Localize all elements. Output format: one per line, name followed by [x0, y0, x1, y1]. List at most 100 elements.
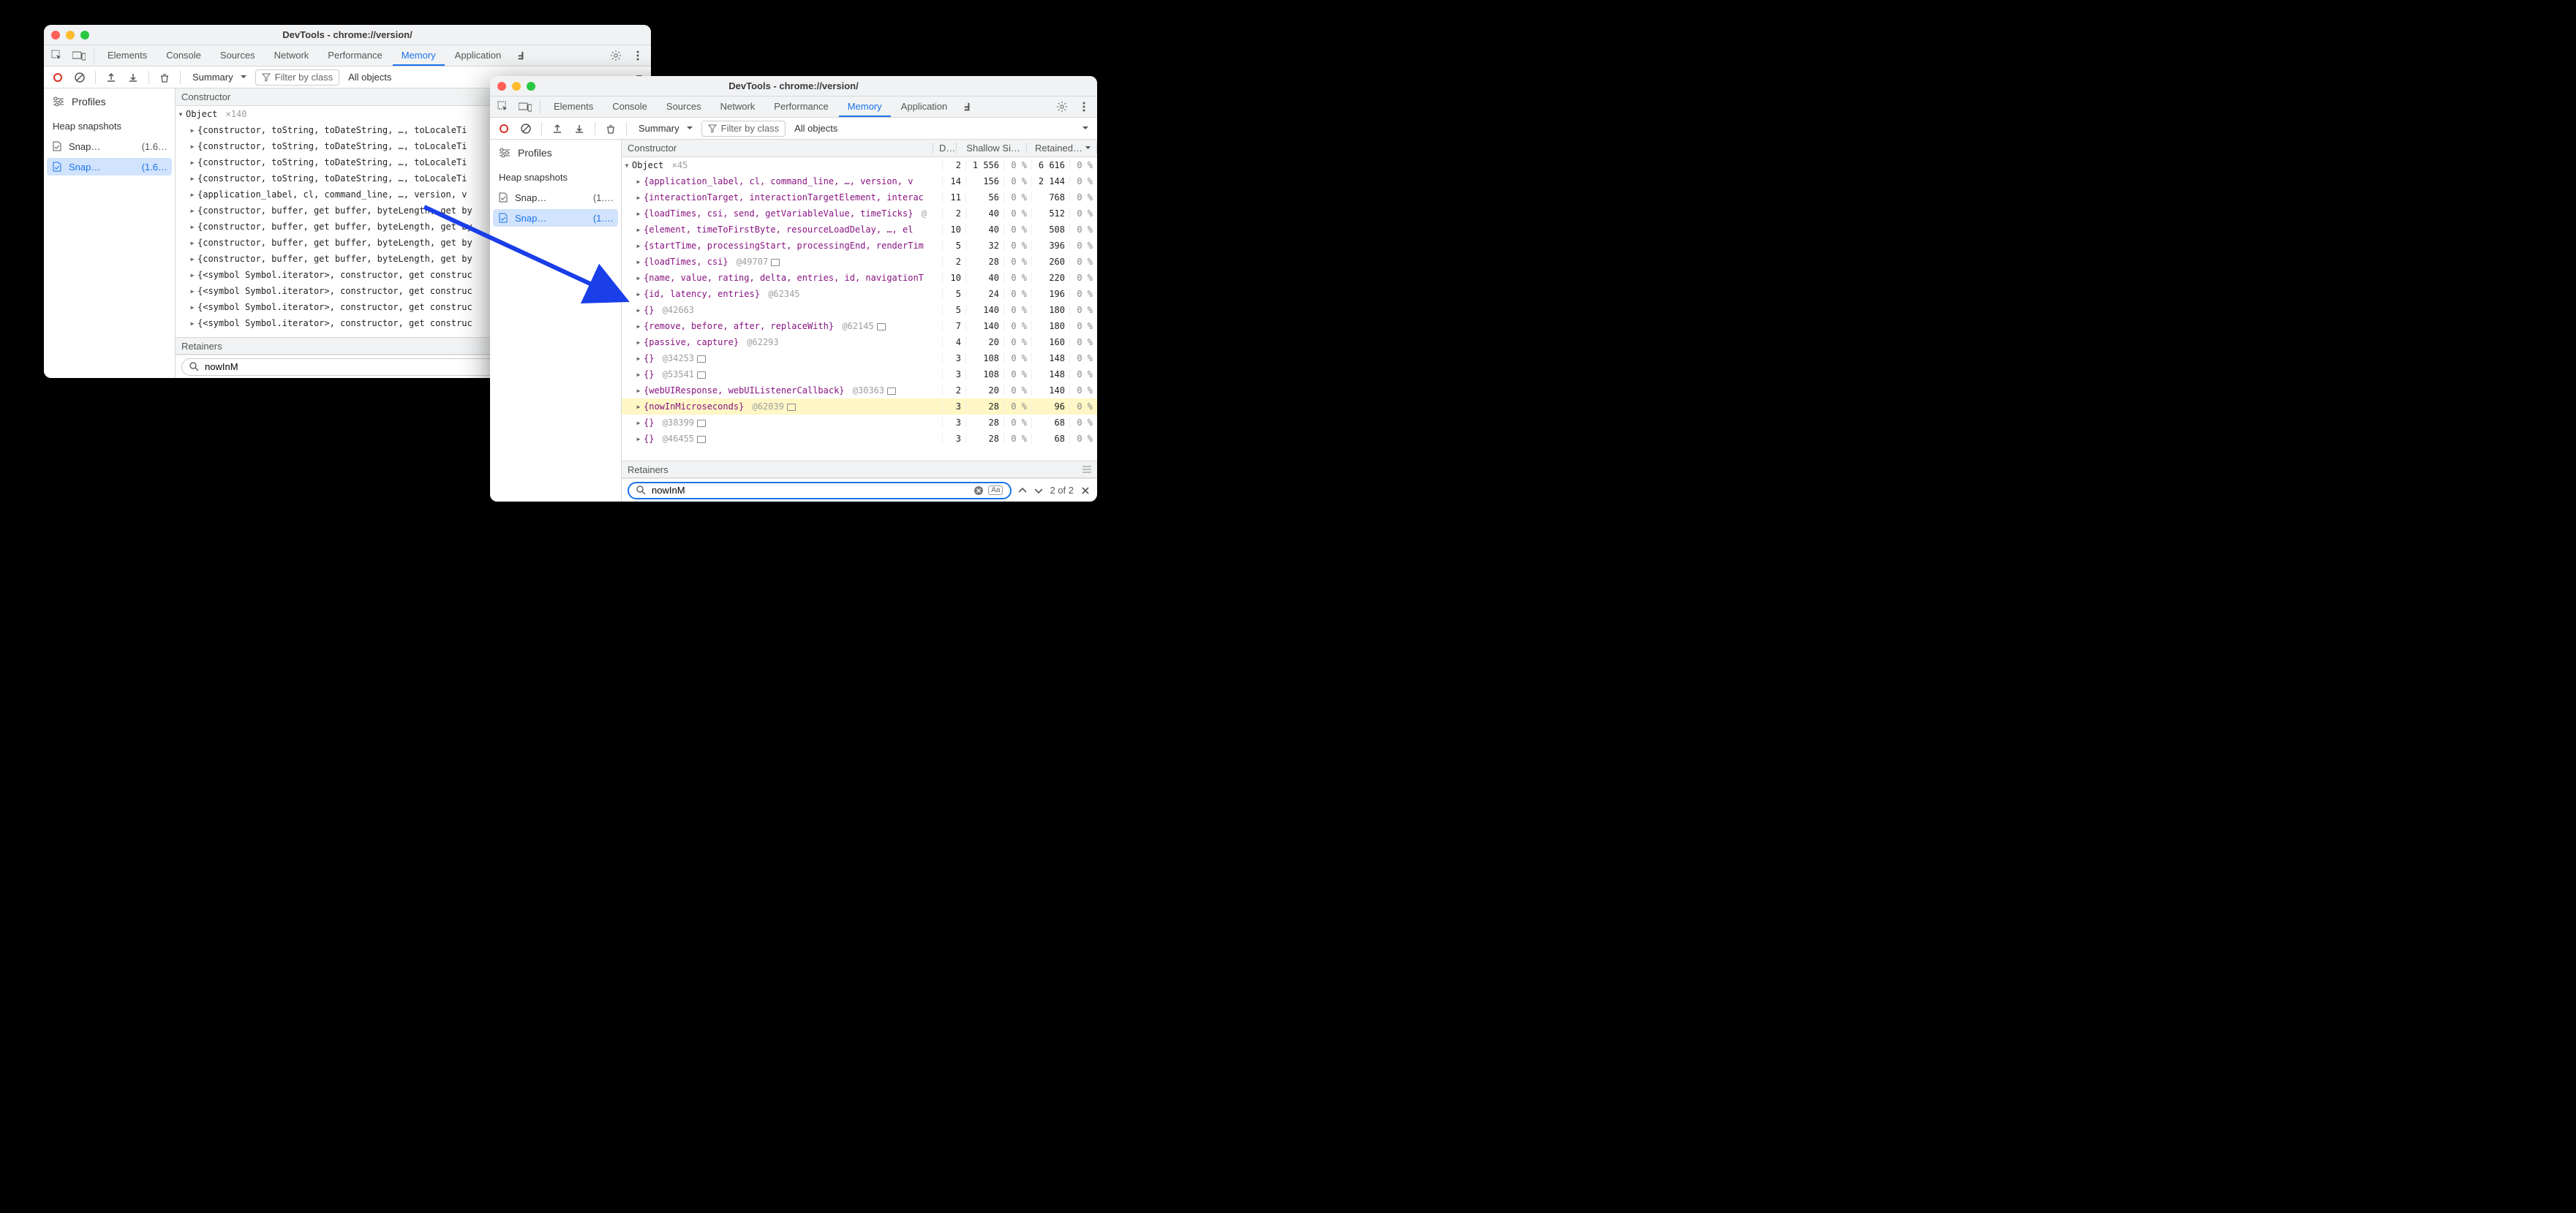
clear-button[interactable]: [516, 119, 535, 138]
snapshot-icon: [497, 212, 509, 224]
tab-application[interactable]: Application: [892, 97, 957, 117]
column-headers: Constructor Di… Shallow Si… Retained…: [622, 140, 1097, 157]
class-filter-input[interactable]: Filter by class: [255, 69, 339, 86]
tree-row[interactable]: ▸{remove, before, after, replaceWith} @6…: [622, 318, 1097, 334]
maximize-window[interactable]: [80, 31, 89, 39]
snapshot-icon: [51, 161, 63, 173]
snapshot-item[interactable]: Snap…(1.…: [493, 209, 618, 227]
more-tabs-icon[interactable]: [511, 45, 532, 66]
summary-dropdown[interactable]: Summary: [633, 121, 698, 137]
tab-console[interactable]: Console: [603, 97, 656, 117]
snapshot-item[interactable]: Snap…(1.…: [493, 189, 618, 206]
maximize-window[interactable]: [527, 82, 535, 91]
download-button[interactable]: [570, 119, 589, 138]
inspect-icon[interactable]: [47, 45, 67, 66]
tree-row[interactable]: ▸{application_label, cl, command_line, ……: [622, 173, 1097, 189]
search-field[interactable]: [652, 485, 968, 496]
search-result-count: 2 of 2: [1050, 485, 1074, 496]
close-search-icon[interactable]: [1080, 486, 1091, 495]
perspective-dropdown-icon[interactable]: [1082, 126, 1088, 130]
tree-row[interactable]: ▸{} @464553280 %680 %: [622, 431, 1097, 447]
record-button[interactable]: [494, 119, 513, 138]
tab-sources[interactable]: Sources: [211, 45, 264, 66]
objects-dropdown[interactable]: All objects: [788, 121, 843, 137]
tree-row[interactable]: ▸{nowInMicroseconds} @620393280 %960 %: [622, 398, 1097, 415]
snapshot-item[interactable]: Snap…(1.6…: [47, 137, 172, 155]
tab-elements[interactable]: Elements: [545, 97, 602, 117]
heap-snapshots-label: Heap snapshots: [493, 165, 618, 186]
tree-row[interactable]: ▸{name, value, rating, delta, entries, i…: [622, 270, 1097, 286]
upload-button[interactable]: [548, 119, 567, 138]
gc-button[interactable]: [155, 68, 174, 87]
close-window[interactable]: [497, 82, 506, 91]
objects-dropdown[interactable]: All objects: [342, 69, 397, 86]
search-footer: Aa 2 of 2: [622, 478, 1097, 502]
match-case-toggle[interactable]: Aa: [988, 485, 1003, 495]
tree-row[interactable]: ▸{} @4266351400 %1800 %: [622, 302, 1097, 318]
snapshot-item[interactable]: Snap…(1.6…: [47, 158, 172, 175]
close-window[interactable]: [51, 31, 60, 39]
upload-button[interactable]: [102, 68, 121, 87]
devtools-window-2: DevTools - chrome://version/ Elements Co…: [490, 76, 1097, 502]
tree-row[interactable]: ▸{startTime, processingStart, processing…: [622, 238, 1097, 254]
device-mode-icon[interactable]: [515, 97, 535, 117]
retainers-header: Retainers: [622, 461, 1097, 478]
search-next-icon[interactable]: [1033, 487, 1044, 494]
memory-toolbar: Summary Filter by class All objects: [490, 118, 1097, 140]
tree-row[interactable]: ▸{loadTimes, csi, send, getVariableValue…: [622, 205, 1097, 222]
download-button[interactable]: [124, 68, 143, 87]
tree-row[interactable]: ▸{webUIResponse, webUIListenerCallback} …: [622, 382, 1097, 398]
tab-performance[interactable]: Performance: [765, 97, 837, 117]
record-button[interactable]: [48, 68, 67, 87]
tab-network[interactable]: Network: [712, 97, 764, 117]
main-tabbar: Elements Console Sources Network Perform…: [44, 45, 651, 67]
tab-network[interactable]: Network: [265, 45, 318, 66]
col-retained[interactable]: Retained…: [1027, 143, 1097, 154]
summary-dropdown[interactable]: Summary: [187, 69, 252, 86]
search-prev-icon[interactable]: [1017, 487, 1028, 494]
tab-sources[interactable]: Sources: [658, 97, 710, 117]
minimize-window[interactable]: [512, 82, 521, 91]
settings-icon[interactable]: [606, 45, 626, 66]
tree-row[interactable]: ▸{passive, capture} @622934200 %1600 %: [622, 334, 1097, 350]
snapshot-main: Constructor Di… Shallow Si… Retained… ▾O…: [622, 140, 1097, 502]
col-constructor[interactable]: Constructor: [622, 143, 933, 154]
tab-console[interactable]: Console: [157, 45, 210, 66]
device-mode-icon[interactable]: [69, 45, 89, 66]
tab-performance[interactable]: Performance: [319, 45, 391, 66]
search-input[interactable]: Aa: [628, 482, 1012, 499]
tree-row[interactable]: ▸{interactionTarget, interactionTargetEl…: [622, 189, 1097, 205]
class-filter-input[interactable]: Filter by class: [701, 121, 786, 137]
tree-row[interactable]: ▸{id, latency, entries} @623455240 %1960…: [622, 286, 1097, 302]
kebab-menu-icon[interactable]: [628, 45, 648, 66]
clear-search-icon[interactable]: [973, 485, 984, 496]
more-tabs-icon[interactable]: [957, 97, 978, 117]
clear-button[interactable]: [70, 68, 89, 87]
tree-row[interactable]: ▸{} @5354131080 %1480 %: [622, 366, 1097, 382]
settings-icon[interactable]: [1052, 97, 1072, 117]
title-bar: DevTools - chrome://version/: [490, 76, 1097, 97]
main-tabbar: Elements Console Sources Network Perform…: [490, 97, 1097, 118]
window-controls: [51, 31, 89, 39]
kebab-menu-icon[interactable]: [1074, 97, 1094, 117]
tab-application[interactable]: Application: [446, 45, 511, 66]
profiles-sidebar: Profiles Heap snapshots Snap…(1.… Snap…(…: [490, 140, 622, 502]
tree-root-row[interactable]: ▾Object ×4521 5560 %6 6160 %: [622, 157, 1097, 173]
tree-row[interactable]: ▸{element, timeToFirstByte, resourceLoad…: [622, 222, 1097, 238]
tree-row[interactable]: ▸{loadTimes, csi} @497072280 %2600 %: [622, 254, 1097, 270]
inspect-icon[interactable]: [493, 97, 513, 117]
retainers-menu-icon[interactable]: [1082, 466, 1091, 473]
col-shallow[interactable]: Shallow Si…: [957, 143, 1027, 154]
tree-row[interactable]: ▸{} @383993280 %680 %: [622, 415, 1097, 431]
object-tree[interactable]: ▾Object ×4521 5560 %6 6160 %▸{applicatio…: [622, 157, 1097, 461]
gc-button[interactable]: [601, 119, 620, 138]
tab-elements[interactable]: Elements: [99, 45, 156, 66]
tab-memory[interactable]: Memory: [839, 97, 891, 117]
minimize-window[interactable]: [66, 31, 75, 39]
tree-row[interactable]: ▸{} @3425331080 %1480 %: [622, 350, 1097, 366]
window-controls: [497, 82, 535, 91]
heap-snapshots-label: Heap snapshots: [47, 113, 172, 135]
col-distance[interactable]: Di…: [933, 143, 957, 154]
profiles-header: Profiles: [47, 93, 172, 110]
tab-memory[interactable]: Memory: [393, 45, 445, 66]
